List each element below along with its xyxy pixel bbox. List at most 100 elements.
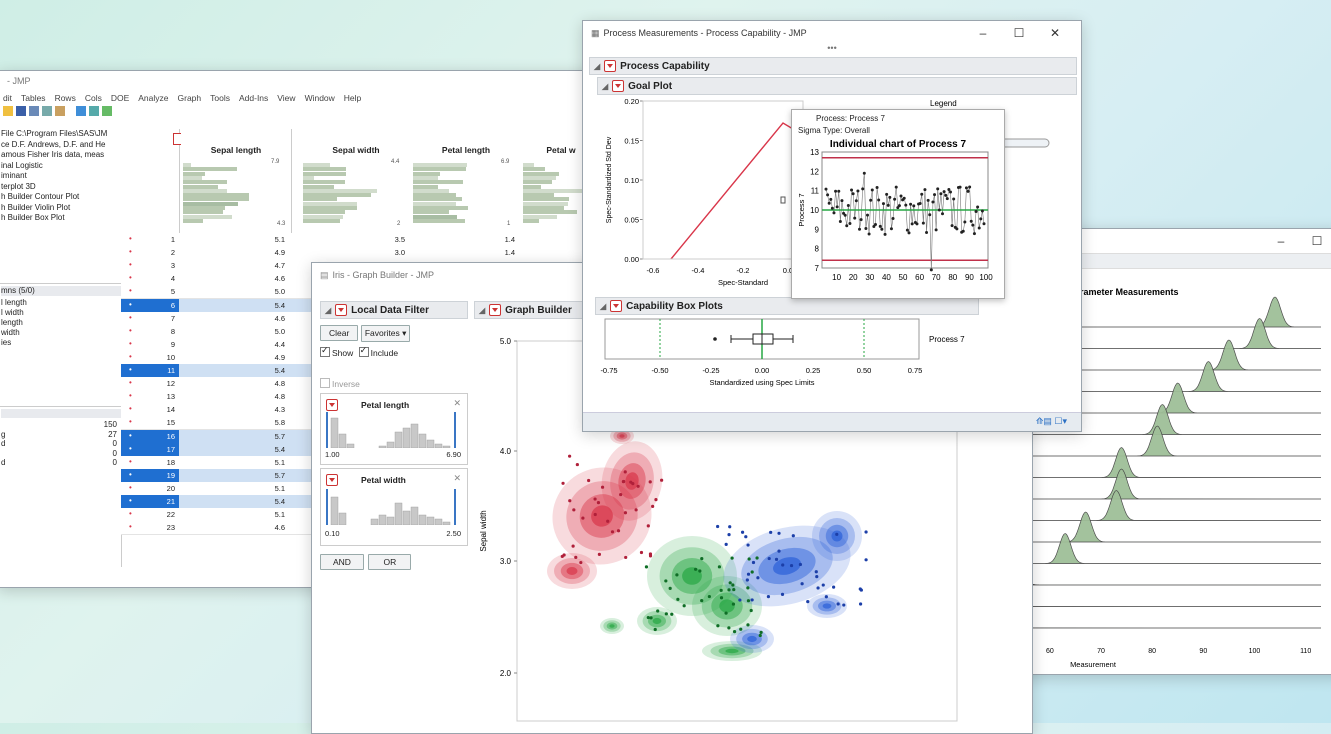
data-point [730, 556, 734, 560]
red-triangle-icon[interactable] [612, 80, 625, 92]
data-point [755, 556, 759, 560]
red-triangle-icon[interactable] [326, 399, 338, 411]
x-tick-label: -0.75 [600, 366, 617, 375]
maximize-icon[interactable]: ☐ [1299, 234, 1331, 248]
process-capability-header[interactable]: ◢ Process Capability [589, 57, 1077, 75]
table-script-item[interactable]: inal Logistic [1, 161, 121, 172]
data-point [798, 562, 803, 567]
menu-item[interactable]: DOE [111, 93, 129, 103]
column-list-item[interactable]: l width [1, 308, 121, 318]
cut-icon[interactable] [29, 106, 39, 116]
table-script-item[interactable]: amous Fisher Iris data, meas [1, 150, 121, 161]
local-data-filter-header[interactable]: ◢ Local Data Filter [320, 301, 468, 319]
disclosure-icon[interactable]: ◢ [479, 306, 485, 315]
column-list-item[interactable]: l length [1, 298, 121, 308]
y-tick-label: 5.0 [500, 337, 512, 346]
script-icon[interactable] [102, 106, 112, 116]
data-point [664, 579, 668, 583]
menu-item[interactable]: Window [305, 93, 335, 103]
x-tick-label: 50 [899, 273, 908, 282]
disclosure-icon[interactable]: ◢ [325, 306, 331, 315]
menu-item[interactable]: Tables [21, 93, 46, 103]
data-point [945, 197, 949, 201]
paste-icon[interactable] [55, 106, 65, 116]
red-triangle-icon[interactable] [489, 304, 502, 316]
column-header-label[interactable]: Sepal length [181, 145, 291, 155]
table-script-item[interactable]: ce D.F. Andrews, D.F. and He [1, 140, 121, 151]
menu-item[interactable]: Rows [55, 93, 76, 103]
density-contour [822, 603, 832, 609]
column-header-label[interactable]: Sepal width [301, 145, 411, 155]
rows-panel-label: g [1, 429, 6, 439]
table-script-item[interactable]: h Builder Contour Plot [1, 192, 121, 203]
graph-builder-title: Graph Builder [505, 304, 572, 316]
or-button[interactable]: OR [368, 554, 412, 570]
menu-item[interactable]: Analyze [138, 93, 168, 103]
close-icon[interactable]: ✕ [453, 473, 461, 484]
include-checkbox[interactable] [358, 345, 369, 357]
menu-item[interactable]: View [277, 93, 295, 103]
red-triangle-icon[interactable] [610, 300, 623, 312]
show-checkbox[interactable] [320, 345, 330, 357]
minimize-icon[interactable]: – [965, 26, 1001, 40]
y-axis-label: Spec-Standardized Std Dev [606, 136, 613, 223]
close-icon[interactable]: ✕ [453, 398, 461, 409]
table-cell: 4.9 [274, 248, 285, 258]
open-icon[interactable] [3, 106, 13, 116]
data-point [648, 554, 653, 558]
menu-item[interactable]: Cols [85, 93, 102, 103]
column-header-label[interactable]: Petal length [411, 145, 521, 155]
jmp-toolbar [0, 105, 599, 123]
table-cell: 4.6 [274, 313, 285, 323]
data-point [656, 609, 660, 613]
density-contour [725, 648, 739, 654]
copy-icon[interactable] [42, 106, 52, 116]
clear-button[interactable]: Clear [320, 325, 359, 341]
data-point [664, 612, 668, 616]
and-button[interactable]: AND [320, 554, 364, 570]
red-triangle-icon[interactable] [335, 304, 348, 316]
more-icon[interactable]: ••• [583, 44, 1081, 53]
petal-width-histogram [326, 489, 456, 525]
column-list-item[interactable]: ies [1, 338, 121, 348]
red-triangle-icon[interactable] [326, 474, 338, 486]
table-script-item[interactable]: h Builder Violin Plot [1, 203, 121, 214]
disclosure-icon[interactable]: ◢ [602, 82, 608, 91]
y-tick-label: 12 [810, 167, 819, 176]
goal-plot-header[interactable]: ◢ Goal Plot [597, 77, 1077, 95]
red-triangle-icon[interactable] [604, 60, 617, 72]
x-tick-label: 60 [1046, 648, 1054, 655]
y-tick-label: 3.0 [500, 557, 512, 566]
column-list-item[interactable]: length [1, 318, 121, 328]
menu-item[interactable]: Add-Ins [239, 93, 268, 103]
table-script-item[interactable]: File C:\Program Files\SAS\JM [1, 129, 121, 140]
favorites-dropdown[interactable]: Favorites ▾ [360, 325, 411, 342]
table-cell: 4.6 [274, 523, 285, 533]
table-script-item[interactable]: h Builder Box Plot [1, 213, 121, 224]
menu-item[interactable]: dit [3, 93, 12, 103]
data-point [934, 228, 938, 232]
inverse-checkbox[interactable] [320, 378, 330, 388]
table-script-item[interactable]: iminant [1, 171, 121, 182]
save-icon[interactable] [16, 106, 26, 116]
status-icons[interactable]: ⟰▤ ☐▾ [1036, 416, 1067, 427]
row-number: 16 [166, 431, 175, 441]
data-point [905, 228, 909, 232]
capability-box-plots-header[interactable]: ◢ Capability Box Plots [595, 297, 979, 315]
petal-length-filter: Petal length ✕ 1.00 6.90 [320, 393, 468, 465]
menu-item[interactable]: Graph [178, 93, 202, 103]
column-list-item[interactable]: width [1, 328, 121, 338]
data-point [568, 499, 572, 503]
table-script-item[interactable]: terplot 3D [1, 182, 121, 193]
data-point [781, 563, 785, 567]
menu-item[interactable]: Tools [210, 93, 230, 103]
maximize-icon[interactable]: ☐ [1001, 26, 1037, 40]
disclosure-icon[interactable]: ◢ [594, 62, 600, 71]
close-icon[interactable]: ✕ [1037, 26, 1073, 40]
table-icon[interactable] [76, 106, 86, 116]
row-marker-icon: • [129, 325, 132, 335]
chart-icon[interactable] [89, 106, 99, 116]
disclosure-icon[interactable]: ◢ [600, 302, 606, 311]
minimize-icon[interactable]: – [1263, 234, 1299, 248]
menu-item[interactable]: Help [344, 93, 361, 103]
